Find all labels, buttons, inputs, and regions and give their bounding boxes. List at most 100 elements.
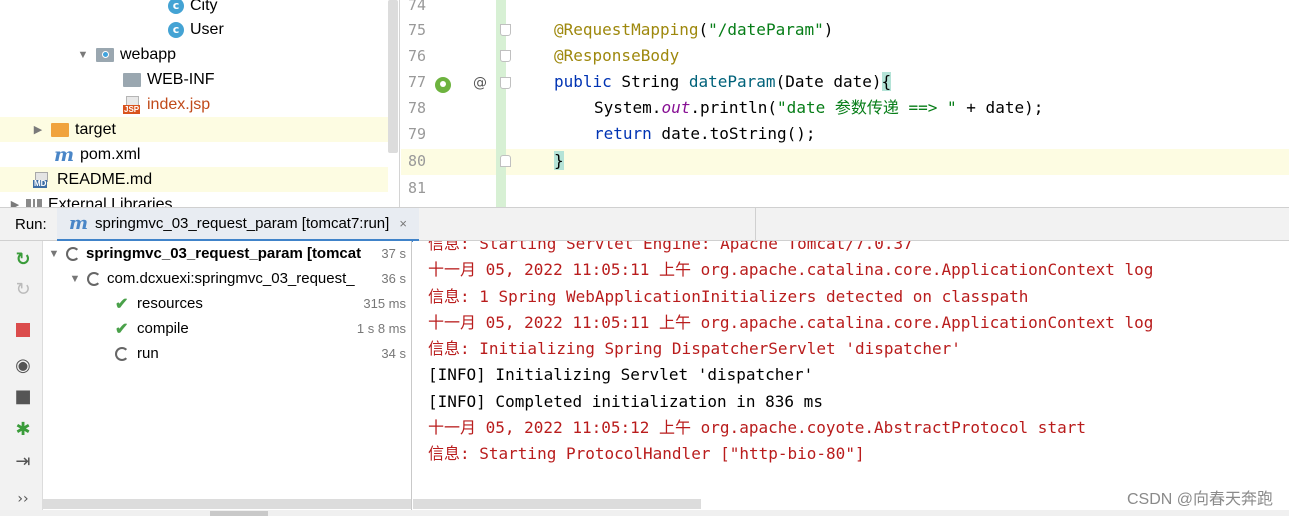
folder-icon bbox=[123, 72, 141, 87]
code-token: String bbox=[611, 72, 689, 91]
run-label: Run: bbox=[15, 216, 47, 233]
code-token: date.toString(); bbox=[651, 124, 816, 143]
run-tree-item-time: 34 s bbox=[377, 346, 406, 361]
console-line: 信息: Starting Servlet Engine: Apache Tomc… bbox=[428, 241, 913, 253]
tree-item-index-jsp[interactable]: JSP index.jsp bbox=[0, 92, 388, 117]
project-tree-panel: c City c User ▼ webapp WEB-INF JSP index… bbox=[0, 0, 400, 207]
chevron-right-icon[interactable]: ▶ bbox=[31, 123, 45, 136]
code-editor[interactable]: 74 75 76 77 78 79 80 81 @ @RequestMappin… bbox=[401, 0, 1289, 207]
current-line-highlight bbox=[401, 149, 1289, 175]
line-number: 78 bbox=[407, 99, 426, 117]
console-line: 十一月 05, 2022 11:05:11 上午 org.apache.cata… bbox=[428, 260, 1154, 279]
spinner-icon bbox=[115, 346, 129, 361]
run-tree-item-label: springmvc_03_request_param [tomcat bbox=[86, 245, 362, 262]
tree-item-user[interactable]: c User bbox=[0, 17, 388, 42]
code-token: { bbox=[881, 72, 892, 91]
status-scroll-thumb[interactable] bbox=[210, 511, 268, 516]
code-line-78: System.out.println("date 参数传递 ==> " + da… bbox=[594, 95, 1043, 121]
status-strip bbox=[0, 510, 1289, 516]
header-divider bbox=[755, 208, 1289, 242]
code-token: System. bbox=[594, 98, 662, 117]
run-tree-item-label: resources bbox=[137, 295, 203, 312]
tree-item-readme[interactable]: MD README.md bbox=[0, 167, 388, 192]
stop-icon[interactable] bbox=[13, 320, 33, 340]
tree-item-city[interactable]: c City bbox=[0, 0, 388, 18]
chevron-right-icon[interactable]: ▶ bbox=[8, 198, 22, 207]
close-icon[interactable]: × bbox=[399, 216, 407, 231]
tree-item-label: WEB-INF bbox=[147, 70, 215, 88]
more-icon[interactable]: ›› bbox=[13, 489, 33, 509]
code-line-77: public String dateParam(Date date){ bbox=[554, 69, 892, 95]
camera-icon[interactable]: ■ bbox=[13, 386, 33, 407]
fold-marker-icon[interactable] bbox=[500, 155, 511, 167]
code-line-79: return date.toString(); bbox=[594, 121, 816, 147]
run-tree-item[interactable]: ▼ com.dcxuexi:springmvc_03_request_ 36 s bbox=[43, 266, 411, 291]
spring-bean-icon[interactable] bbox=[435, 77, 451, 93]
run-tree-item-time: 37 s bbox=[377, 246, 406, 261]
tree-item-label: City bbox=[190, 0, 218, 14]
fold-marker-icon[interactable] bbox=[500, 77, 511, 89]
jsp-file-icon: JSP bbox=[123, 95, 141, 114]
line-number: 80 bbox=[407, 152, 426, 170]
tree-scrollbar[interactable] bbox=[388, 0, 398, 153]
code-token: dateParam bbox=[688, 72, 776, 91]
exit-icon[interactable]: ⇥ bbox=[13, 451, 33, 472]
console-scrollbar[interactable] bbox=[413, 499, 701, 509]
chevron-down-icon[interactable]: ▼ bbox=[48, 248, 60, 260]
rerun-failed-icon[interactable]: ↻ bbox=[13, 279, 33, 300]
tree-item-label: target bbox=[75, 120, 116, 138]
tree-item-label: index.jsp bbox=[147, 95, 211, 113]
tree-item-label: README.md bbox=[57, 170, 153, 188]
run-tree-scrollbar[interactable] bbox=[43, 499, 411, 509]
code-token: return bbox=[594, 124, 652, 143]
code-token: ) bbox=[823, 20, 834, 39]
line-number: 74 bbox=[407, 0, 426, 14]
check-icon: ✔ bbox=[115, 295, 129, 313]
fold-marker-icon[interactable] bbox=[500, 50, 511, 62]
run-config-tab[interactable]: m springmvc_03_request_param [tomcat7:ru… bbox=[57, 208, 419, 242]
tree-item-webapp[interactable]: ▼ webapp bbox=[0, 42, 388, 67]
run-tree-panel: ▼ springmvc_03_request_param [tomcat 37 … bbox=[43, 241, 412, 516]
markdown-file-icon: MD bbox=[33, 171, 51, 188]
class-icon: c bbox=[168, 21, 184, 38]
line-number: 77 bbox=[407, 73, 426, 91]
spinner-icon bbox=[87, 271, 101, 286]
watermark: CSDN @向春天奔跑 bbox=[1126, 491, 1273, 508]
console-output[interactable]: 信息: Starting Servlet Engine: Apache Tomc… bbox=[413, 241, 1289, 516]
web-folder-icon bbox=[96, 47, 114, 62]
check-icon: ✔ bbox=[115, 320, 129, 338]
tree-item-pom-xml[interactable]: m pom.xml bbox=[0, 142, 388, 167]
tree-item-target[interactable]: ▶ target bbox=[0, 117, 388, 142]
run-tab-label: springmvc_03_request_param [tomcat7:run] bbox=[95, 215, 390, 232]
console-line: 信息: 1 Spring WebApplicationInitializers … bbox=[428, 287, 1029, 306]
line-number: 76 bbox=[407, 47, 426, 65]
run-tree-item-label: run bbox=[137, 345, 159, 362]
run-tree-item[interactable]: ✔ resources 315 ms bbox=[43, 291, 411, 316]
run-tree-item[interactable]: ✔ compile 1 s 8 ms bbox=[43, 316, 411, 341]
console-line: 十一月 05, 2022 11:05:12 上午 org.apache.coyo… bbox=[428, 418, 1086, 437]
code-token: @RequestMapping bbox=[554, 20, 699, 39]
fold-marker-icon[interactable] bbox=[500, 24, 511, 36]
bug-icon[interactable]: ✱ bbox=[13, 419, 33, 440]
chevron-down-icon[interactable]: ▼ bbox=[69, 273, 81, 285]
run-tree-item[interactable]: run 34 s bbox=[43, 341, 411, 366]
run-tool-window-header: Run: m springmvc_03_request_param [tomca… bbox=[0, 207, 1289, 242]
rerun-icon[interactable]: ↻ bbox=[13, 249, 33, 270]
tree-item-label: webapp bbox=[120, 45, 177, 63]
run-tree-item-time: 1 s 8 ms bbox=[352, 321, 406, 336]
tree-item-external-libraries[interactable]: ▶ External Libraries bbox=[0, 192, 388, 207]
code-token: ( bbox=[698, 20, 709, 39]
eye-icon[interactable]: ◉ bbox=[13, 355, 33, 376]
annotation-at-icon[interactable]: @ bbox=[473, 73, 487, 93]
code-token: .println( bbox=[690, 98, 778, 117]
console-line: 信息: Initializing Spring DispatcherServle… bbox=[428, 339, 961, 358]
class-icon: c bbox=[168, 0, 184, 14]
tree-item-label: User bbox=[190, 20, 224, 38]
orange-folder-icon bbox=[51, 122, 69, 137]
run-tree-item[interactable]: ▼ springmvc_03_request_param [tomcat 37 … bbox=[43, 241, 411, 266]
chevron-down-icon[interactable]: ▼ bbox=[76, 49, 90, 61]
console-line: 信息: Starting ProtocolHandler ["http-bio-… bbox=[428, 444, 865, 463]
tree-item-web-inf[interactable]: WEB-INF bbox=[0, 67, 388, 92]
line-number: 81 bbox=[407, 179, 426, 197]
maven-icon: m bbox=[54, 143, 75, 166]
